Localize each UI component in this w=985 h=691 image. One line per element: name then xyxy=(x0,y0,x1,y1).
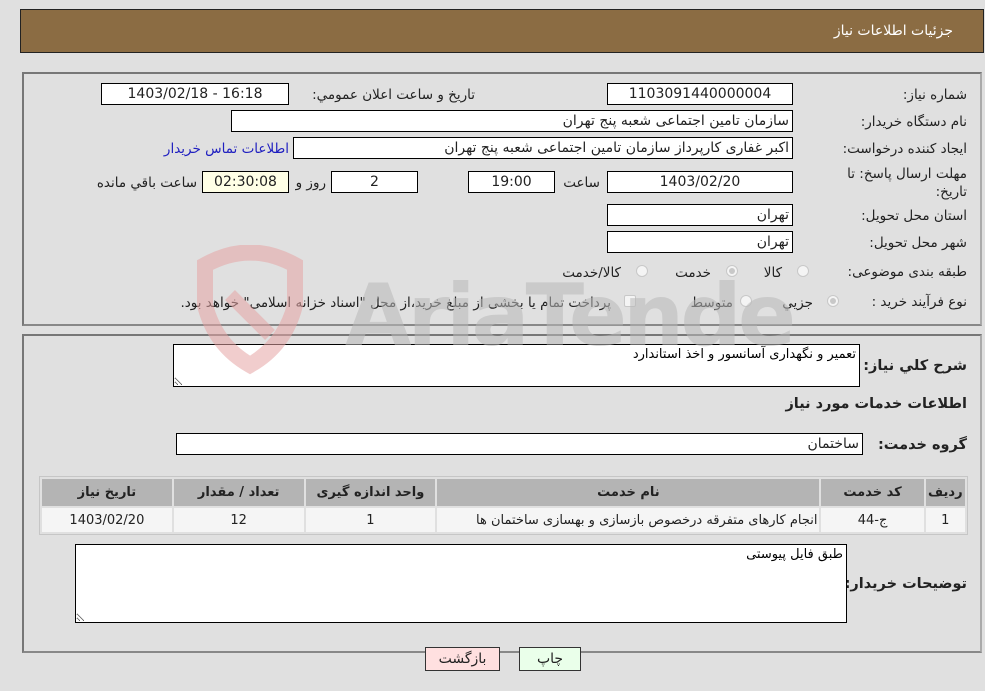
buyer-org-field[interactable]: سازمان تامین اجتماعی شعبه پنج تهران xyxy=(231,110,793,132)
deadline-time-label: ساعت xyxy=(563,175,600,191)
category-goods-service-label: کالا/خدمت xyxy=(562,265,621,281)
col-unit: واحد اندازه گیری xyxy=(305,479,436,506)
delivery-province-field[interactable]: تهران xyxy=(607,204,793,226)
process-minor-radio[interactable] xyxy=(827,295,839,307)
buyer-org-label: نام دستگاه خریدار: xyxy=(860,114,967,130)
summary-label: شرح کلي نیاز: xyxy=(863,358,967,374)
deadline-label-line2: تاریخ: xyxy=(935,184,967,200)
purchase-process-label: نوع فرآیند خرید : xyxy=(871,294,967,310)
col-service-name: نام خدمت xyxy=(437,479,820,506)
col-service-code: کد خدمت xyxy=(821,479,924,506)
time-remaining-field: 02:30:08 xyxy=(202,171,289,193)
back-button[interactable]: بازگشت xyxy=(425,647,500,671)
deadline-time-field[interactable]: 19:00 xyxy=(468,171,555,193)
page-header: جزئیات اطلاعات نیاز xyxy=(20,9,984,53)
table-header-row: ردیف کد خدمت نام خدمت واحد اندازه گیری ت… xyxy=(42,479,965,506)
services-heading: اطلاعات خدمات مورد نیاز xyxy=(785,396,967,412)
service-group-field[interactable]: ساختمان xyxy=(176,433,863,455)
cell-row-number: 1 xyxy=(925,508,965,532)
cell-unit: 1 xyxy=(305,508,436,532)
category-goods-service-radio[interactable] xyxy=(636,265,648,277)
cell-quantity: 12 xyxy=(173,508,304,532)
cell-service-code: ج-44 xyxy=(821,508,924,532)
announce-datetime-field[interactable]: 1403/02/18 - 16:18 xyxy=(101,83,289,105)
summary-textarea[interactable] xyxy=(173,344,860,387)
deadline-label-line1: مهلت ارسال پاسخ: تا xyxy=(847,166,967,182)
col-row-number: ردیف xyxy=(925,479,965,506)
days-label: روز و xyxy=(295,175,326,191)
requester-field[interactable]: اکبر غفاری کارپرداز سازمان تامین اجتماعی… xyxy=(293,137,793,159)
category-service-label: خدمت xyxy=(675,265,711,281)
page-title: جزئیات اطلاعات نیاز xyxy=(833,23,953,39)
table-row: 1 ج-44 انجام کارهای متفرقه درخصوص بازساز… xyxy=(42,508,965,532)
need-number-field[interactable]: 1103091440000004 xyxy=(607,83,793,105)
need-number-label: شماره نیاز: xyxy=(902,87,967,103)
delivery-province-label: استان محل تحویل: xyxy=(861,208,967,224)
treasury-bonds-checkbox[interactable] xyxy=(624,295,636,307)
category-goods-radio[interactable] xyxy=(797,265,809,277)
buyer-notes-label: توضیحات خریدار: xyxy=(844,576,967,592)
col-need-date: تاریخ نیاز xyxy=(42,479,172,506)
service-group-label: گروه خدمت: xyxy=(877,437,967,453)
services-table: ردیف کد خدمت نام خدمت واحد اندازه گیری ت… xyxy=(39,476,968,535)
process-medium-radio[interactable] xyxy=(740,295,752,307)
print-button[interactable]: چاپ xyxy=(519,647,581,671)
process-medium-label: متوسط xyxy=(690,295,733,311)
time-remaining-label: ساعت باقي مانده xyxy=(96,175,197,191)
requester-label: ایجاد کننده درخواست: xyxy=(842,141,967,157)
days-remaining-field[interactable]: 2 xyxy=(331,171,418,193)
col-quantity: تعداد / مقدار xyxy=(173,479,304,506)
category-goods-label: کالا xyxy=(763,265,782,281)
process-minor-label: جزيي xyxy=(782,295,813,311)
category-service-radio[interactable] xyxy=(726,265,738,277)
buyer-notes-textarea[interactable] xyxy=(75,544,847,623)
buyer-contact-link[interactable]: اطلاعات تماس خریدار xyxy=(164,141,289,157)
cell-need-date: 1403/02/20 xyxy=(42,508,172,532)
cell-service-name: انجام کارهای متفرقه درخصوص بازسازی و بهس… xyxy=(437,508,820,532)
category-label: طبقه بندی موضوعی: xyxy=(847,264,967,280)
announce-datetime-label: تاریخ و ساعت اعلان عمومي: xyxy=(312,87,475,103)
delivery-city-label: شهر محل تحویل: xyxy=(869,235,967,251)
treasury-bonds-note: پرداخت تمام یا بخشی از مبلغ خرید،از محل … xyxy=(180,295,611,311)
delivery-city-field[interactable]: تهران xyxy=(607,231,793,253)
deadline-date-field[interactable]: 1403/02/20 xyxy=(607,171,793,193)
